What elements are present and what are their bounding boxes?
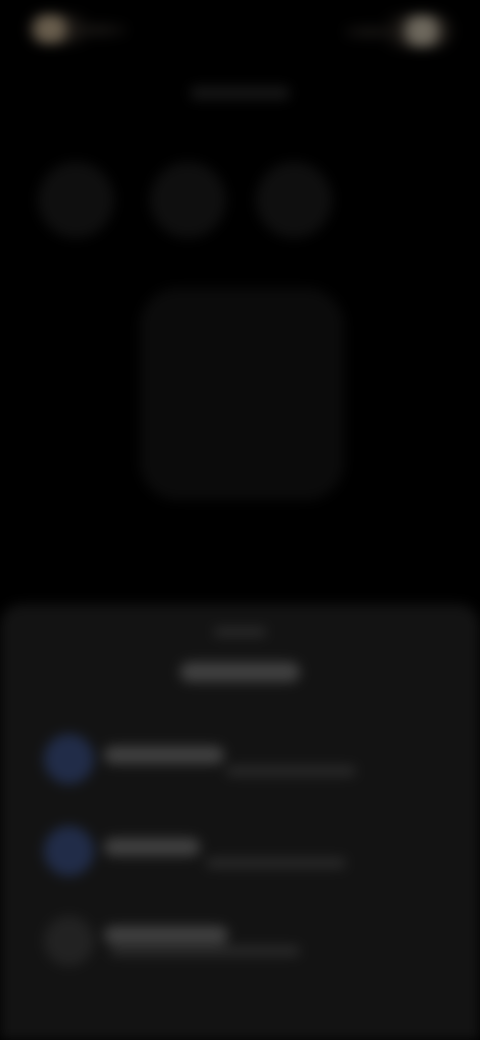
status-bar-right [344,14,454,48]
option-icon [44,734,94,784]
option-icon [44,916,94,966]
row-3-title-placeholder[interactable] [104,926,228,944]
blurred-screen [0,0,480,1040]
control-circle-2[interactable] [150,162,226,238]
control-circle-3[interactable] [256,162,332,238]
row-1-subtitle-placeholder [226,766,356,776]
sheet-title-placeholder [180,662,300,682]
row-1-title-placeholder[interactable] [104,746,224,764]
row-2-subtitle-placeholder [206,858,346,868]
central-tile[interactable] [140,288,344,500]
sheet-grabber[interactable] [214,628,266,636]
row-3-subtitle-placeholder [110,946,300,956]
blur-layer [0,0,480,1040]
page-title-placeholder [190,86,290,100]
status-bar-left [28,14,128,44]
control-circle-1[interactable] [38,162,114,238]
row-2-title-placeholder[interactable] [104,838,200,856]
option-icon [44,826,94,876]
